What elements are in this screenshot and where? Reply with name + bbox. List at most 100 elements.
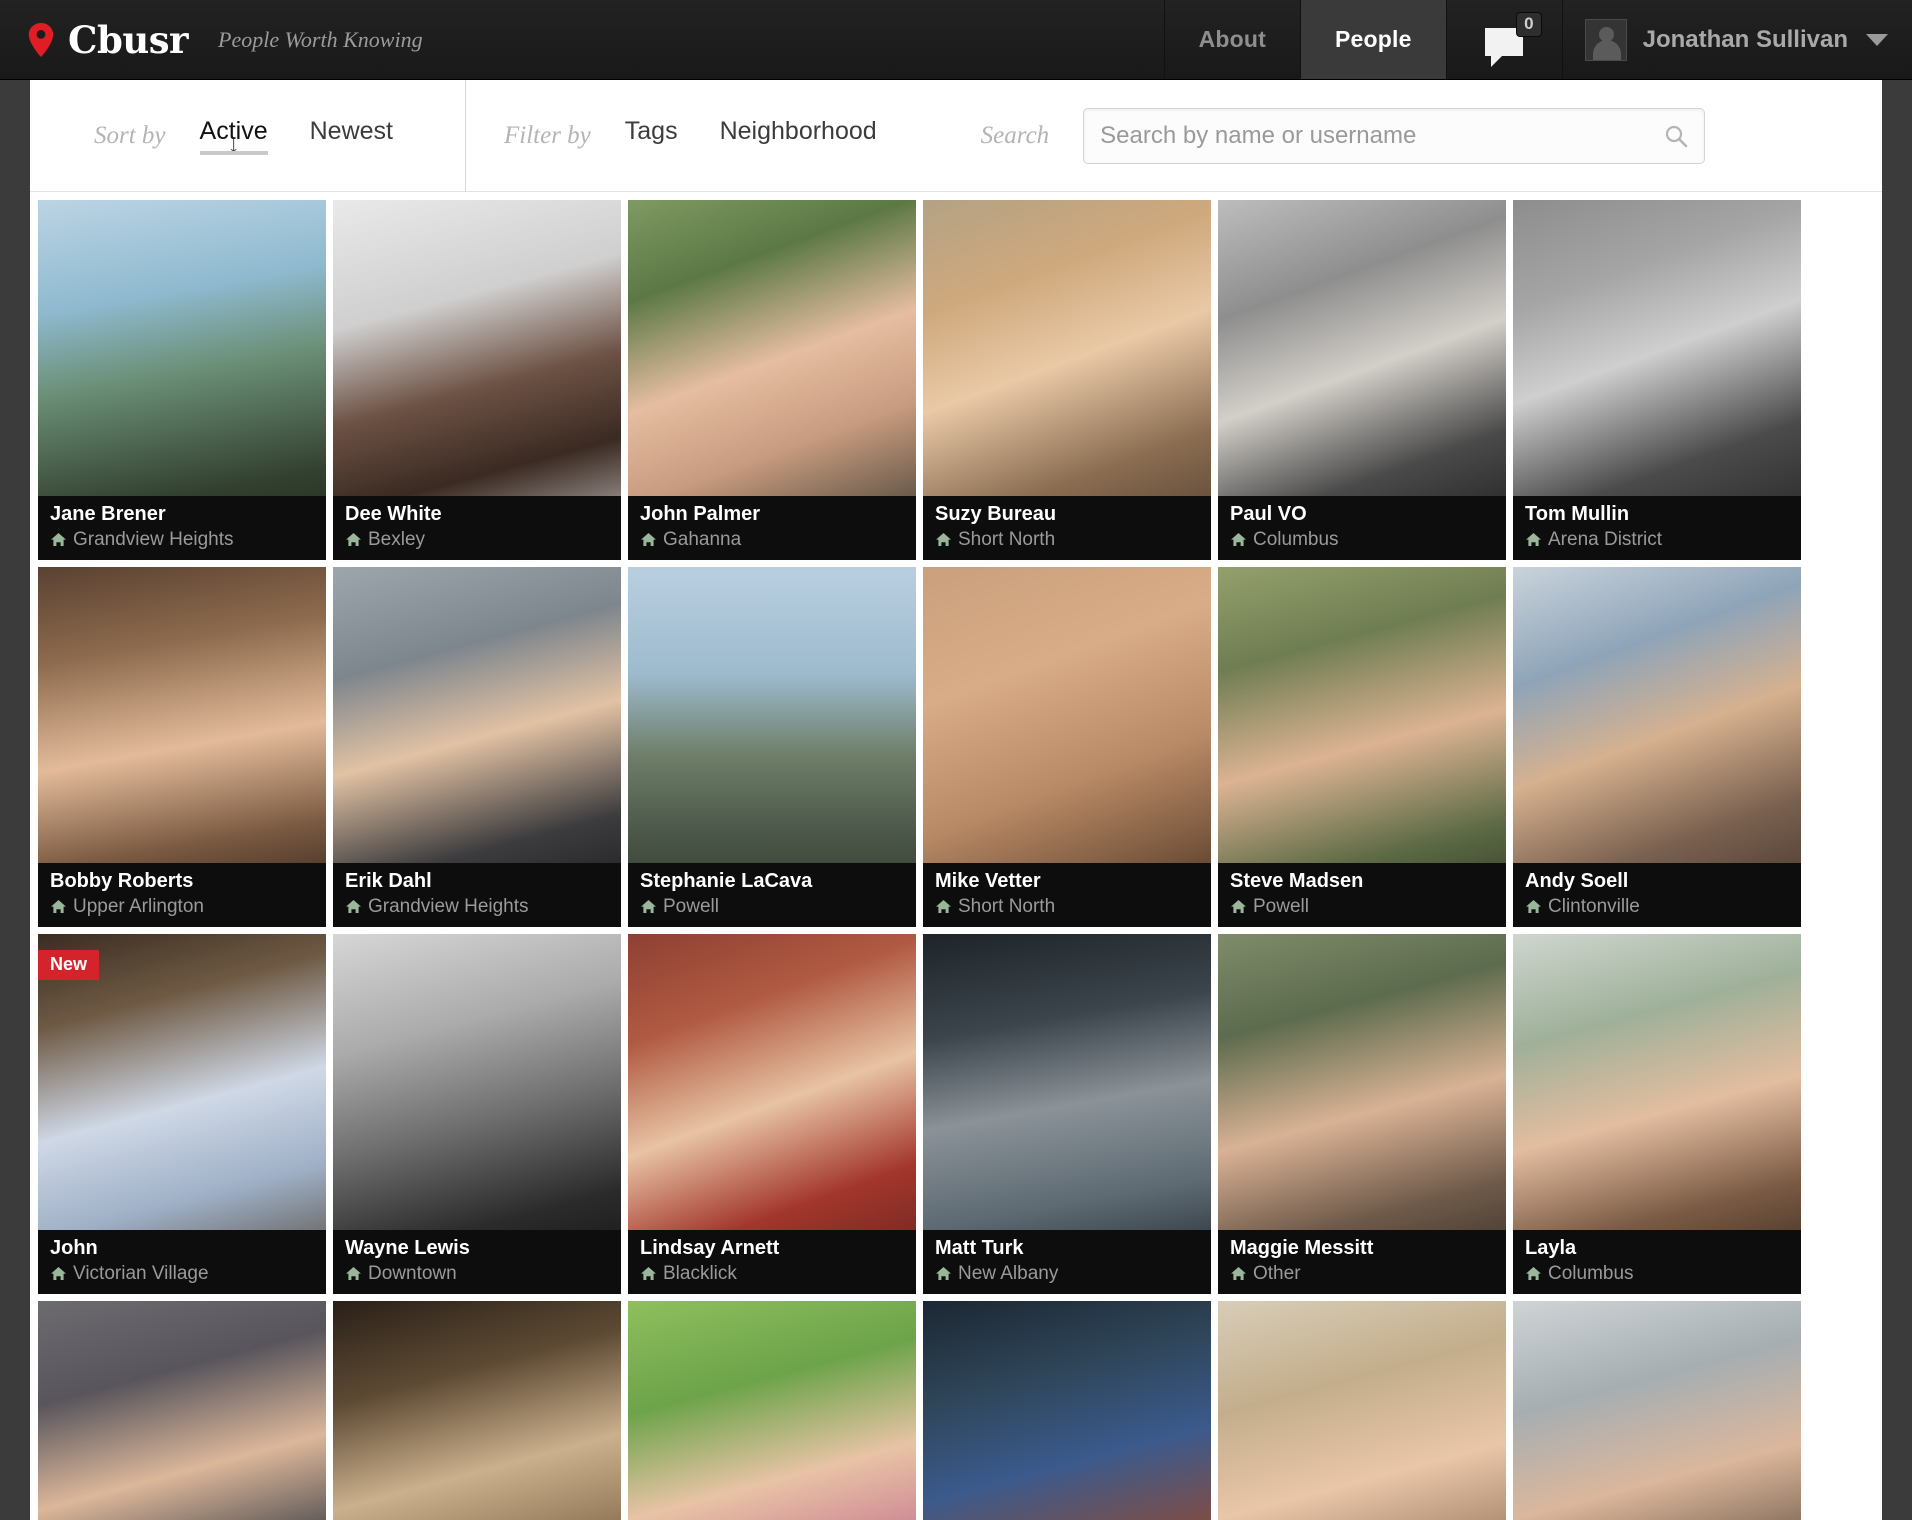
new-badge: New	[38, 950, 100, 980]
sort-option-newest-label: Newest	[309, 117, 393, 145]
person-card[interactable]	[923, 1301, 1211, 1520]
person-neighborhood-label: Clintonville	[1548, 896, 1640, 917]
person-neighborhood: Columbus	[1525, 1262, 1801, 1287]
person-card[interactable]: Erik Dahl Grandview Heights	[333, 567, 621, 927]
person-card-meta: Bobby Roberts Upper Arlington	[38, 863, 326, 927]
search-input[interactable]	[1084, 109, 1705, 163]
sort-by-label: Sort by	[94, 122, 166, 149]
person-photo	[923, 1301, 1211, 1520]
person-card[interactable]: Steve Madsen Powell	[1218, 567, 1506, 927]
user-name-label: Jonathan Sullivan	[1642, 25, 1848, 53]
logo-text: Cbusr	[68, 17, 189, 62]
person-neighborhood: Arena District	[1525, 528, 1801, 553]
top-header-bar: Cbusr People Worth Knowing About People …	[0, 0, 1912, 80]
search-icon[interactable]	[1664, 124, 1688, 148]
person-neighborhood-label: Powell	[663, 896, 719, 917]
person-neighborhood: Powell	[640, 895, 916, 920]
filter-option-tags[interactable]: Tags	[625, 117, 678, 155]
person-card-meta: Matt Turk New Albany	[923, 1230, 1211, 1294]
message-count-badge: 0	[1516, 12, 1542, 37]
person-card[interactable]	[628, 1301, 916, 1520]
home-icon-shape	[1231, 533, 1246, 547]
home-icon-shape	[641, 1267, 656, 1281]
messages-button[interactable]: 0	[1445, 0, 1562, 79]
person-card[interactable]	[1218, 1301, 1506, 1520]
person-card[interactable]: Andy Soell Clintonville	[1513, 567, 1801, 927]
nav-item-people[interactable]: People	[1300, 0, 1446, 79]
person-card[interactable]: Paul VO Columbus	[1218, 200, 1506, 560]
person-card[interactable]: Lindsay Arnett Blacklick	[628, 934, 916, 1294]
person-card[interactable]: New John Victorian Village	[38, 934, 326, 1294]
filter-by-label: Filter by	[504, 122, 591, 149]
avatar-placeholder-icon	[1584, 18, 1627, 61]
filter-toolbar: Sort by ↓ Active Newest Filter by Tags N…	[30, 80, 1882, 192]
sort-option-newest[interactable]: Newest	[310, 117, 393, 155]
person-card[interactable]: Matt Turk New Albany	[923, 934, 1211, 1294]
person-card[interactable]: Layla Columbus	[1513, 934, 1801, 1294]
person-neighborhood: Grandview Heights	[345, 895, 621, 920]
person-name: Matt Turk	[935, 1237, 1024, 1259]
person-neighborhood-label: Bexley	[368, 529, 426, 550]
person-name: Erik Dahl	[345, 870, 432, 892]
home-icon-shape	[1231, 1267, 1246, 1281]
home-icon-shape	[641, 533, 656, 547]
person-card-meta: Paul VO Columbus	[1218, 496, 1506, 560]
tagline: People Worth Knowing	[218, 26, 423, 52]
person-card[interactable]: John Palmer Gahanna	[628, 200, 916, 560]
person-neighborhood: Other	[1230, 1262, 1506, 1287]
person-card-meta: Layla Columbus	[1513, 1230, 1801, 1294]
person-card-meta: Jane Brener Grandview Heights	[38, 496, 326, 560]
filter-option-neighborhood[interactable]: Neighborhood	[720, 117, 877, 155]
person-name: Tom Mullin	[1525, 503, 1630, 525]
person-card-meta: Stephanie LaCava Powell	[628, 863, 916, 927]
person-card[interactable]: Bobby Roberts Upper Arlington	[38, 567, 326, 927]
sort-option-active[interactable]: ↓ Active	[199, 117, 268, 157]
home-icon-shape	[1526, 533, 1541, 547]
person-card[interactable]: Stephanie LaCava Powell	[628, 567, 916, 927]
person-card[interactable]	[333, 1301, 621, 1520]
person-card[interactable]: Wayne Lewis Downtown	[333, 934, 621, 1294]
person-card-meta: Maggie Messitt Other	[1218, 1230, 1506, 1294]
page-frame: Sort by ↓ Active Newest Filter by Tags N…	[0, 80, 1912, 1520]
active-underline	[199, 151, 268, 155]
person-neighborhood: Clintonville	[1525, 895, 1801, 920]
home-icon-shape	[346, 1267, 361, 1281]
person-card-meta: Steve Madsen Powell	[1218, 863, 1506, 927]
person-name: Dee White	[345, 503, 442, 525]
person-card[interactable]: Tom Mullin Arena District	[1513, 200, 1801, 560]
person-card[interactable]: Suzy Bureau Short North	[923, 200, 1211, 560]
user-menu[interactable]: Jonathan Sullivan	[1561, 0, 1912, 79]
person-name: Steve Madsen	[1230, 870, 1364, 892]
filter-by-group: Filter by Tags Neighborhood	[466, 80, 919, 192]
person-neighborhood: Victorian Village	[50, 1262, 326, 1287]
search-box[interactable]	[1083, 108, 1706, 164]
person-name: Maggie Messitt	[1230, 1237, 1374, 1259]
person-neighborhood-label: Other	[1253, 1263, 1301, 1284]
person-card-meta: John Victorian Village	[38, 1230, 326, 1294]
person-card[interactable]: Dee White Bexley	[333, 200, 621, 560]
person-card[interactable]	[38, 1301, 326, 1520]
home-icon-shape	[346, 533, 361, 547]
home-icon-shape	[51, 1267, 66, 1281]
home-icon-shape	[51, 533, 66, 547]
person-name: Bobby Roberts	[50, 870, 194, 892]
person-card-meta: Mike Vetter Short North	[923, 863, 1211, 927]
person-photo	[628, 1301, 916, 1520]
person-neighborhood-label: Upper Arlington	[73, 896, 204, 917]
person-neighborhood: Short North	[935, 528, 1211, 553]
person-neighborhood: Short North	[935, 895, 1211, 920]
person-card[interactable]: Jane Brener Grandview Heights	[38, 200, 326, 560]
person-card[interactable]: Maggie Messitt Other	[1218, 934, 1506, 1294]
person-card[interactable]	[1513, 1301, 1801, 1520]
home-icon-shape	[1526, 1267, 1541, 1281]
person-card-meta: John Palmer Gahanna	[628, 496, 916, 560]
nav-item-about[interactable]: About	[1163, 0, 1300, 79]
person-card[interactable]: Mike Vetter Short North	[923, 567, 1211, 927]
person-neighborhood: Blacklick	[640, 1262, 916, 1287]
person-neighborhood-label: Blacklick	[663, 1263, 737, 1284]
home-icon-shape	[641, 900, 656, 914]
person-name: Suzy Bureau	[935, 503, 1057, 525]
brand-logo[interactable]: Cbusr People Worth Knowing	[0, 0, 423, 79]
person-neighborhood-label: Grandview Heights	[73, 529, 234, 550]
person-name: Layla	[1525, 1237, 1577, 1259]
